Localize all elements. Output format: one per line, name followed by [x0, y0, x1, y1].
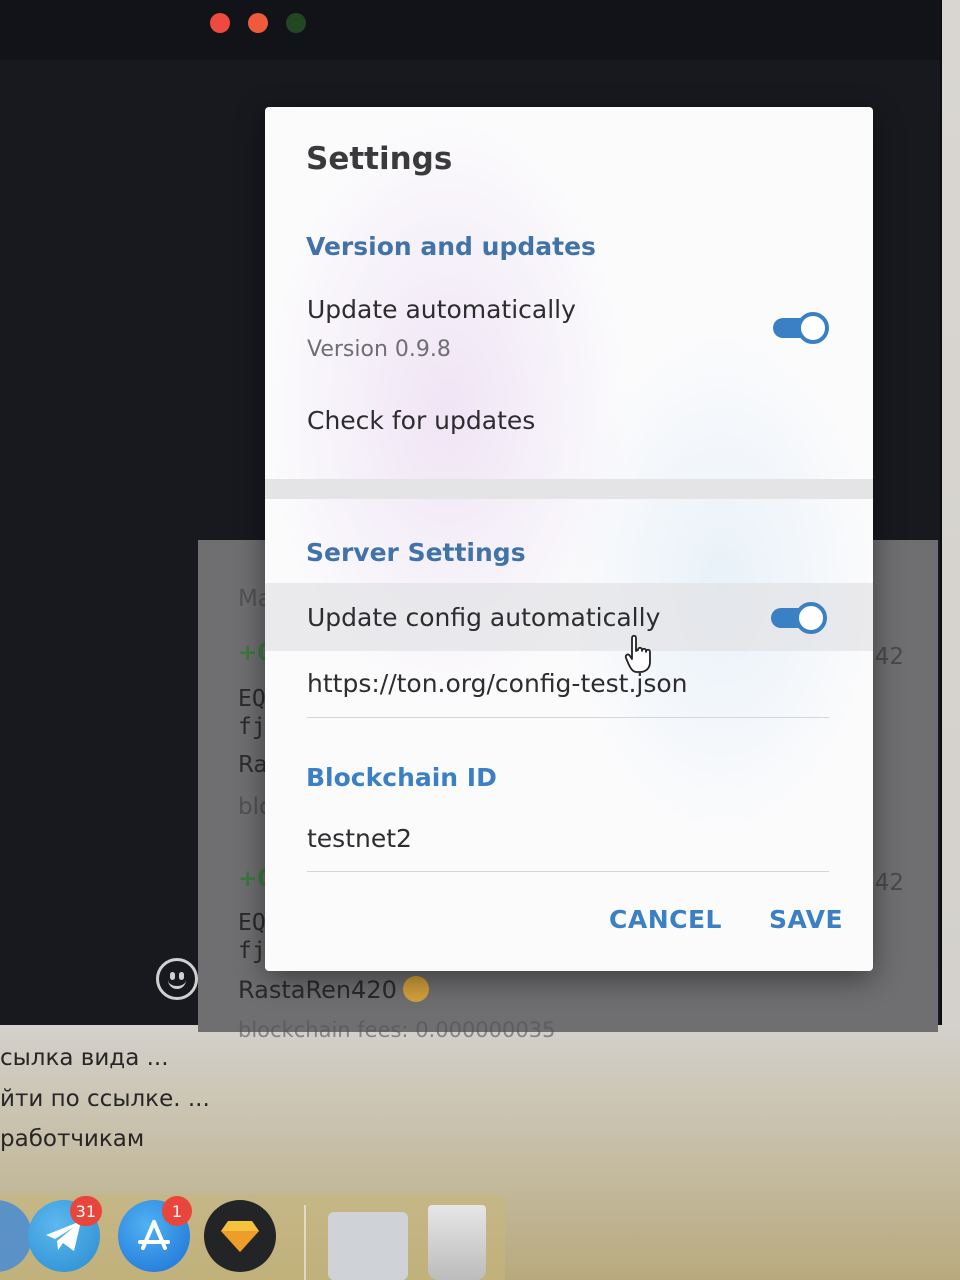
fee-line: blockchain fees: 0.000000035: [238, 1018, 556, 1042]
folder-icon[interactable]: [328, 1212, 408, 1280]
transaction-time: 42: [874, 644, 904, 670]
app-store-icon[interactable]: 1: [118, 1196, 192, 1272]
chat-line: Ra: [238, 752, 268, 778]
telegram-icon[interactable]: 31: [28, 1196, 102, 1272]
update-automatically-label[interactable]: Update automatically: [307, 295, 576, 324]
window-titlebar: [0, 0, 940, 60]
blockchain-id-underline: [307, 871, 829, 872]
toggle-knob: [795, 602, 827, 634]
dialog-title: Settings: [306, 141, 453, 177]
update-automatically-toggle[interactable]: [773, 312, 829, 344]
chat-list-snippet[interactable]: сылка вида ...: [0, 1045, 169, 1071]
emoji-mouth: [168, 979, 186, 989]
section-divider: [265, 479, 873, 499]
cancel-button[interactable]: CANCEL: [609, 905, 722, 934]
emoji-icon[interactable]: [156, 958, 198, 1000]
toggle-knob: [797, 312, 829, 344]
blockchain-id-field[interactable]: testnet2: [307, 824, 412, 853]
transaction-time: 42: [874, 870, 904, 896]
chat-line: EQ: [238, 910, 266, 936]
trash-icon[interactable]: [428, 1205, 486, 1280]
chat-list-snippet[interactable]: йти по ссылке. ...: [0, 1086, 210, 1112]
wink-emoji-icon: [402, 976, 429, 1002]
minimize-window-button[interactable]: [248, 13, 268, 33]
config-url-underline: [307, 717, 829, 718]
close-window-button[interactable]: [210, 13, 230, 33]
chat-line: fj: [238, 938, 266, 964]
zoom-window-button[interactable]: [286, 13, 306, 33]
window-controls: [210, 13, 306, 33]
diamond-icon: [221, 1221, 259, 1252]
update-config-toggle[interactable]: [771, 602, 827, 634]
hand-cursor-icon: [624, 634, 651, 673]
chat-list-snippet[interactable]: работчикам: [0, 1126, 144, 1152]
transaction-user-name: RastaRen420: [238, 976, 397, 1004]
save-button[interactable]: SAVE: [769, 905, 843, 934]
dock-separator: [304, 1205, 306, 1280]
server-section-heading: Server Settings: [306, 538, 526, 567]
update-config-label[interactable]: Update config automatically: [307, 603, 660, 632]
blockchain-id-heading: Blockchain ID: [306, 763, 497, 792]
sketch-icon[interactable]: [204, 1200, 276, 1272]
settings-dialog: Settings Version and updates Update auto…: [265, 107, 873, 971]
check-for-updates-button[interactable]: Check for updates: [307, 406, 535, 435]
appstore-badge: 1: [162, 1196, 192, 1226]
chat-line: fj: [238, 714, 266, 740]
telegram-badge: 31: [69, 1196, 102, 1226]
transaction-user: RastaRen420: [238, 976, 429, 1004]
chat-line: EQ: [238, 686, 266, 712]
version-text: Version 0.9.8: [307, 337, 451, 362]
version-section-heading: Version and updates: [306, 232, 596, 261]
